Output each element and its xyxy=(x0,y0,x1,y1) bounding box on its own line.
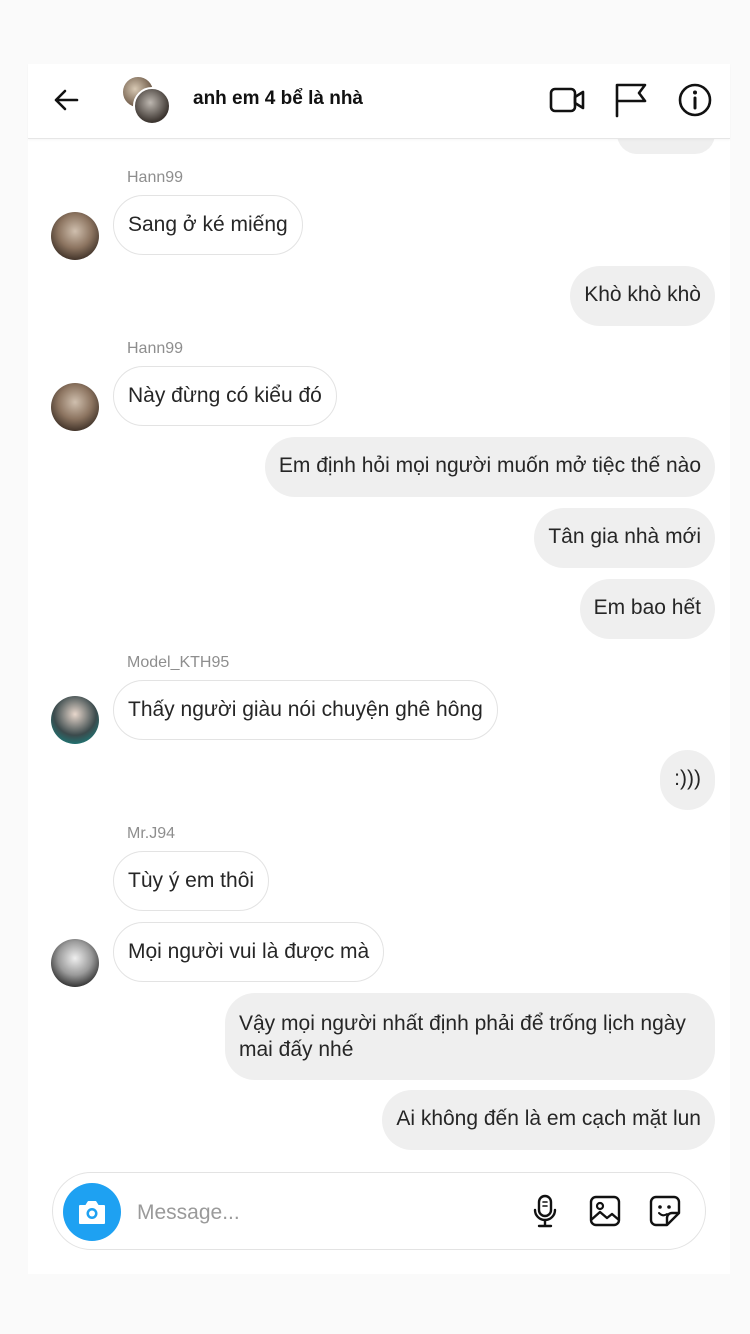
message-bubble[interactable]: Khò khò khò xyxy=(570,266,715,326)
sender-name: Model_KTH95 xyxy=(127,654,230,671)
message-bubble[interactable]: Ai không đến là em cạch mặt lun xyxy=(382,1090,715,1150)
video-call-icon[interactable] xyxy=(548,81,586,119)
avatar[interactable] xyxy=(51,212,99,260)
group-title[interactable]: anh em 4 bể là nhà xyxy=(193,88,363,110)
sender-name: Mr.J94 xyxy=(127,825,176,842)
message-bubble[interactable]: Tùy ý em thôi xyxy=(113,851,270,911)
message-bubble[interactable]: Mọi người vui là được mà xyxy=(113,922,385,982)
avatar[interactable] xyxy=(51,383,99,431)
message-thread: Hann99 Sang ở ké miếng Khò khò khò Hann9… xyxy=(0,0,750,1334)
avatar[interactable] xyxy=(51,696,99,744)
message-bubble[interactable]: Em bao hết xyxy=(579,579,715,639)
sticker-icon[interactable] xyxy=(647,1193,683,1229)
back-arrow-icon[interactable] xyxy=(52,86,80,114)
message-bubble[interactable]: Thấy người giàu nói chuyện ghê hông xyxy=(113,680,498,740)
camera-icon xyxy=(79,1201,105,1224)
camera-button[interactable] xyxy=(63,1183,121,1241)
member-avatar xyxy=(133,87,171,125)
message-bubble[interactable]: Vậy mọi người nhất định phải để trống lị… xyxy=(225,993,715,1080)
image-icon[interactable] xyxy=(587,1193,623,1229)
message-composer xyxy=(52,1172,706,1250)
info-icon[interactable] xyxy=(676,81,714,119)
message-bubble[interactable]: :))) xyxy=(660,750,715,810)
message-bubble[interactable]: Sang ở ké miếng xyxy=(113,195,303,255)
message-input[interactable] xyxy=(135,1195,499,1231)
message-bubble[interactable]: Này đừng có kiểu đó xyxy=(113,366,337,426)
avatar[interactable] xyxy=(51,939,99,987)
group-avatar[interactable] xyxy=(121,75,171,125)
chat-header: anh em 4 bể là nhà xyxy=(28,64,730,139)
sender-name: Hann99 xyxy=(127,169,184,186)
microphone-icon[interactable] xyxy=(527,1193,563,1229)
sender-name: Hann99 xyxy=(127,340,184,357)
message-bubble[interactable]: Tân gia nhà mới xyxy=(534,508,715,568)
message-bubble[interactable]: Em định hỏi mọi người muốn mở tiệc thế n… xyxy=(264,437,715,497)
flag-icon[interactable] xyxy=(612,81,650,119)
